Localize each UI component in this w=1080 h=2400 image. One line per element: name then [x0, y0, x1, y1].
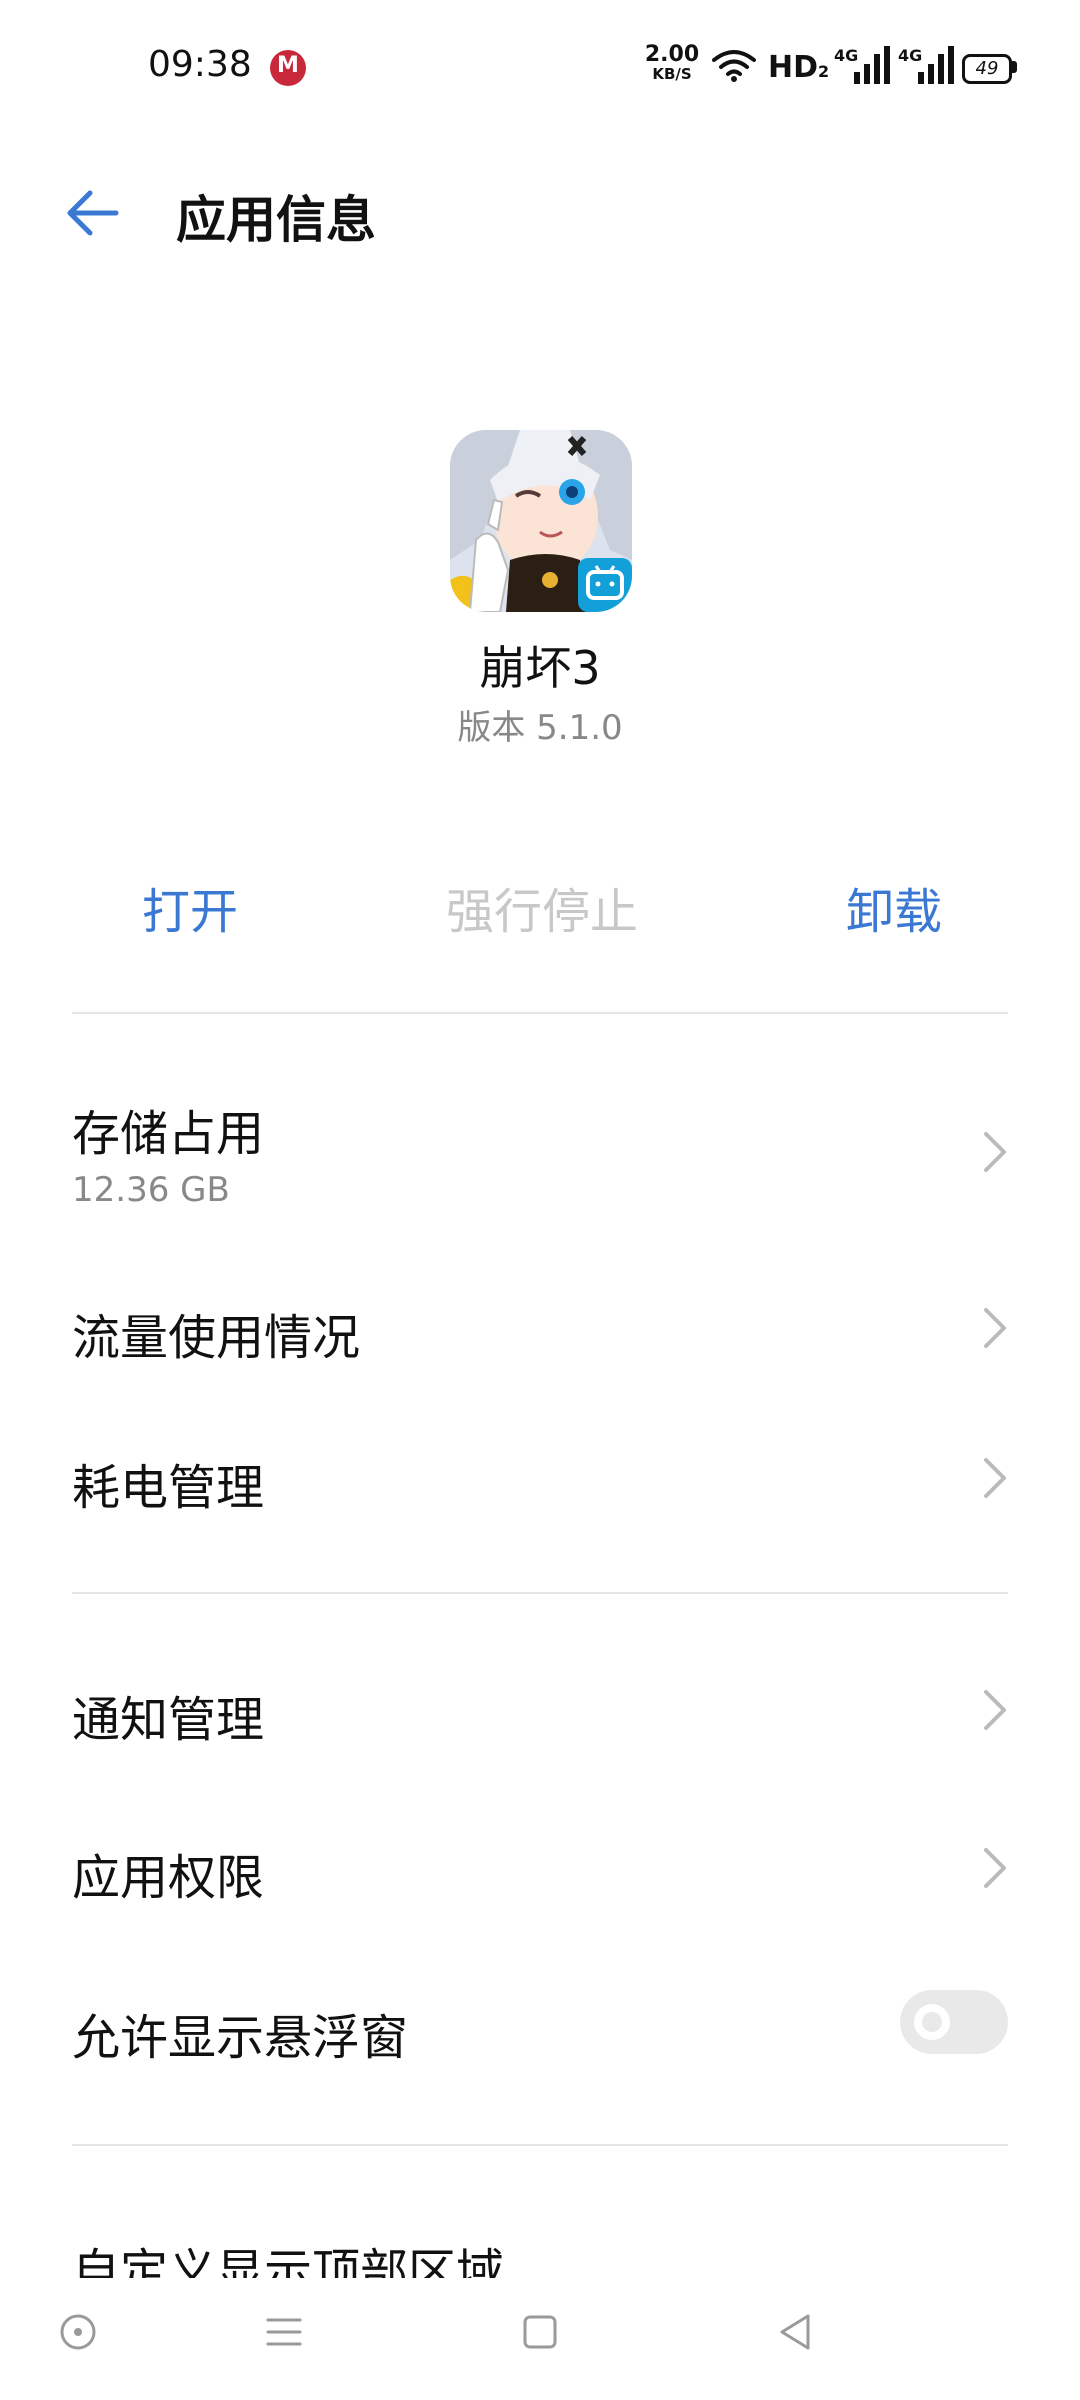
chevron-right-icon: [984, 1308, 1006, 1348]
uninstall-button[interactable]: 卸载: [846, 872, 942, 942]
app-icon: [450, 430, 632, 612]
floating-window-toggle[interactable]: [900, 1990, 1008, 2054]
menu-icon[interactable]: [264, 2312, 304, 2352]
storage-label: 存储占用: [72, 1106, 265, 1162]
network-speed: 2.00 KB/S: [642, 42, 702, 83]
back-arrow-icon[interactable]: [66, 190, 120, 236]
storage-row[interactable]: 存储占用 12.36 GB: [0, 1050, 1080, 1240]
notification-management-label: 通知管理: [72, 1692, 265, 1748]
back-triangle-icon[interactable]: [776, 2312, 816, 2352]
wifi-icon: [712, 50, 756, 82]
battery-icon: 49: [962, 54, 1012, 84]
carrier-icon: [270, 50, 306, 86]
divider: [72, 2144, 1008, 2146]
notification-management-row[interactable]: 通知管理: [0, 1642, 1080, 1782]
hd-label: HD: [768, 50, 819, 85]
chevron-right-icon: [984, 1848, 1006, 1888]
force-stop-button: 强行停止: [446, 884, 639, 940]
data-usage-label: 流量使用情况: [72, 1310, 361, 1366]
open-button[interactable]: 打开: [142, 872, 238, 942]
network-speed-value: 2.00: [644, 42, 700, 67]
app-permissions-row[interactable]: 应用权限: [0, 1800, 1080, 1940]
app-version: 版本 5.1.0: [457, 708, 623, 748]
custom-top-area-label: 自定义显示顶部区域: [72, 2244, 505, 2278]
battery-management-label: 耗电管理: [72, 1460, 265, 1516]
storage-value: 12.36 GB: [72, 1170, 230, 1210]
chevron-right-icon: [984, 1690, 1006, 1730]
battery-management-row[interactable]: 耗电管理: [0, 1410, 1080, 1550]
app-permissions-label: 应用权限: [72, 1850, 265, 1906]
chevron-right-icon: [984, 1458, 1006, 1498]
divider: [72, 1012, 1008, 1014]
app-name: 崩坏3: [479, 641, 601, 695]
assistant-dot-icon[interactable]: [58, 2312, 98, 2352]
hd-sub: 2: [818, 62, 830, 81]
custom-top-area-row[interactable]: 自定义显示顶部区域: [72, 2232, 772, 2278]
hd-voice-icon: HD2: [768, 50, 829, 85]
battery-level: 49: [975, 58, 999, 79]
home-square-icon[interactable]: [520, 2312, 560, 2352]
data-usage-row[interactable]: 流量使用情况: [0, 1260, 1080, 1400]
chevron-right-icon: [984, 1132, 1006, 1172]
toggle-knob: [914, 2004, 950, 2040]
network-speed-unit: KB/S: [652, 65, 692, 83]
floating-window-label: 允许显示悬浮窗: [72, 2010, 409, 2066]
divider: [72, 1592, 1008, 1594]
battery-cap: [1012, 61, 1017, 73]
status-time: 09:38: [148, 44, 252, 85]
page-title: 应用信息: [176, 191, 376, 249]
